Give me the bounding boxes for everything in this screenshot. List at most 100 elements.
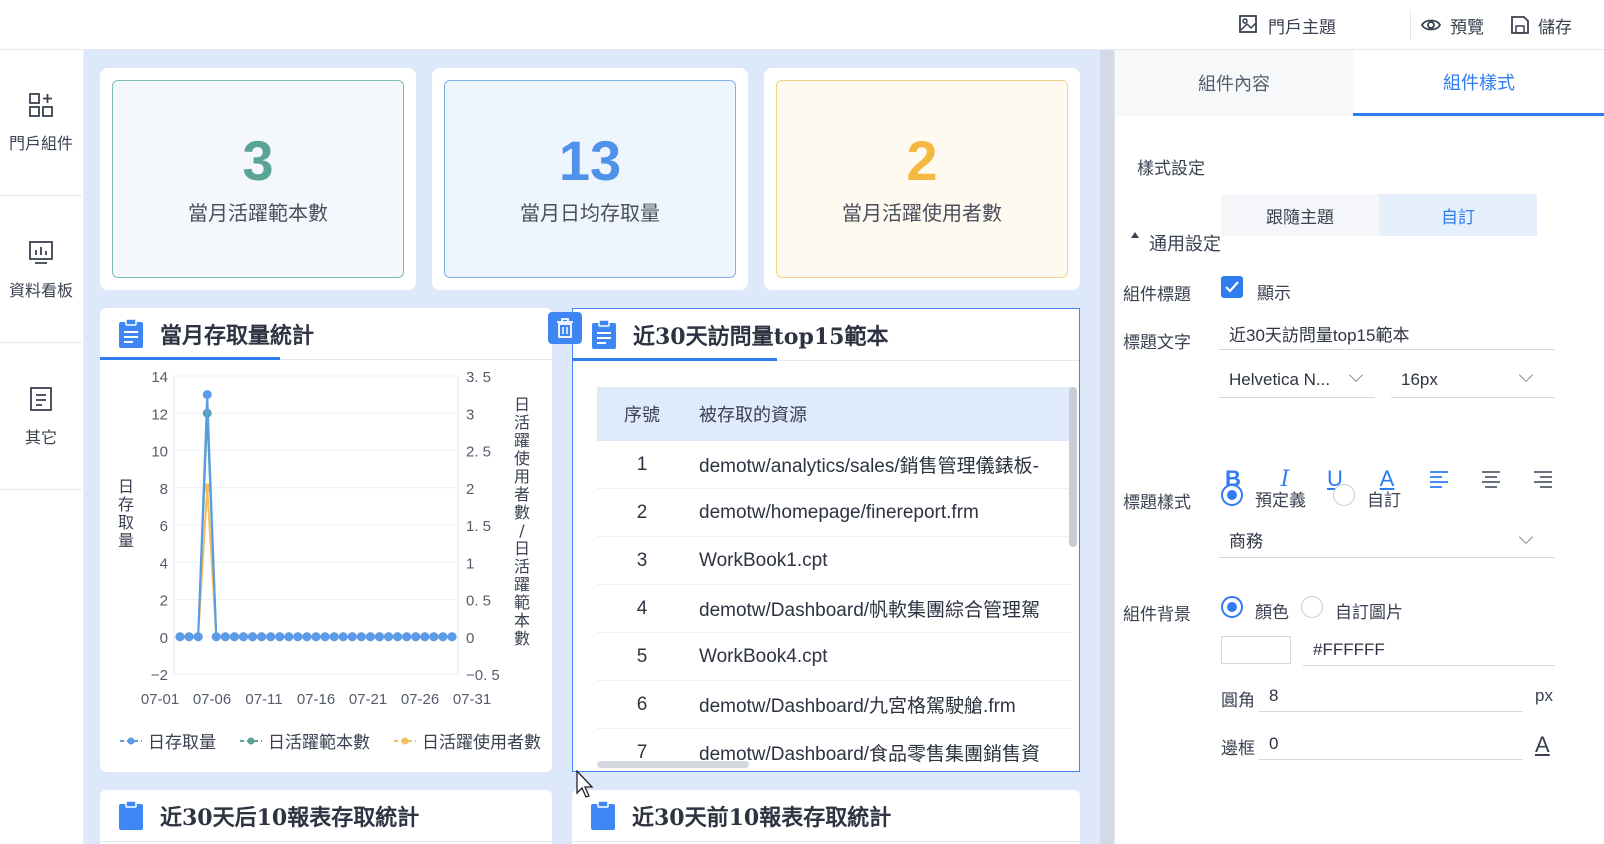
delete-widget-button[interactable] <box>548 312 582 344</box>
title-text-input[interactable]: 近30天訪問量top15範本 <box>1219 318 1555 350</box>
tab-widget-style[interactable]: 組件樣式 <box>1353 50 1604 116</box>
stat-label: 當月日均存取量 <box>520 202 660 225</box>
follow-theme-option[interactable]: 跟隨主題 <box>1221 194 1379 236</box>
y-right-tick-label: −0. 5 <box>466 667 500 684</box>
general-settings-header[interactable]: 通用設定 <box>1149 230 1221 256</box>
legend-item-active-users[interactable]: 日活躍使用者數 <box>394 728 541 753</box>
predefined-label: 預定義 <box>1255 491 1306 510</box>
legend-item-active-templates[interactable]: 日活躍範本數 <box>240 728 370 753</box>
widget-title: 近30天訪問量top15範本 <box>633 323 889 350</box>
row-resource: WorkBook1.cpt <box>699 549 828 571</box>
corner-radius-input[interactable]: 8 <box>1259 680 1523 712</box>
properties-panel: 組件內容 組件樣式 樣式設定 跟隨主題 自訂 通用設定 組件標題 顯示 標題文字… <box>1114 50 1604 844</box>
canvas-scrollbar[interactable] <box>1100 50 1114 844</box>
border-width-input[interactable]: 0 <box>1259 728 1523 760</box>
custom-title-radio[interactable] <box>1333 484 1355 506</box>
legend-label: 日活躍範本數 <box>268 733 370 752</box>
align-center-icon[interactable] <box>1477 464 1505 494</box>
row-resource: demotw/analytics/sales/銷售管理儀錶板- <box>699 456 1039 477</box>
data-point <box>275 632 285 642</box>
data-point <box>311 632 321 642</box>
data-point <box>420 632 430 642</box>
y-right-axis-title-char: 用 <box>514 467 530 486</box>
table-header: 序號 被存取的資源 <box>597 387 1071 441</box>
data-point <box>411 632 421 642</box>
table-row[interactable]: 2 demotw/homepage/finereport.frm <box>597 489 1071 537</box>
theme-icon <box>1239 15 1257 33</box>
data-point <box>293 632 303 642</box>
style-preset-select[interactable]: 商務 <box>1219 522 1555 558</box>
series-line <box>180 394 452 638</box>
style-preset-value: 商務 <box>1229 532 1263 551</box>
table-row[interactable]: 3 WorkBook1.cpt <box>597 537 1071 585</box>
row-index: 6 <box>636 693 648 715</box>
widget-background-label: 組件背景 <box>1123 605 1191 624</box>
custom-style-option[interactable]: 自訂 <box>1379 194 1537 236</box>
show-title-checkbox[interactable] <box>1221 276 1243 298</box>
font-family-select[interactable]: Helvetica N... <box>1219 362 1375 398</box>
predefined-radio[interactable] <box>1221 484 1243 506</box>
font-size-select[interactable]: 16px <box>1391 362 1555 398</box>
table-row[interactable]: 6 demotw/Dashboard/九宮格駕駛艙.frm <box>597 681 1071 729</box>
y-right-tick-label: 2. 5 <box>466 444 491 461</box>
border-color-icon[interactable]: A <box>1535 732 1550 758</box>
widget-top15-templates[interactable]: 近30天訪問量top15範本 序號 被存取的資源 1 demotw/analyti… <box>572 308 1080 772</box>
y-right-axis-title-char: 日 <box>514 395 530 414</box>
title-text-label: 標題文字 <box>1123 333 1191 352</box>
preview-button[interactable]: 預覽 <box>1420 0 1484 50</box>
x-tick-label: 07-11 <box>245 691 282 708</box>
data-point <box>257 632 267 642</box>
portal-theme-button[interactable]: 門戶主題 <box>1238 0 1336 50</box>
legend-item-access[interactable]: 日存取量 <box>120 728 216 753</box>
color-option-label: 顏色 <box>1255 603 1289 622</box>
row-resource: WorkBook4.cpt <box>699 645 828 667</box>
y-right-tick-label: 3. 5 <box>466 369 491 386</box>
widget-title: 當月存取量統計 <box>160 322 315 349</box>
widget-title: 近30天前10報表存取統計 <box>632 804 892 831</box>
save-button[interactable]: 儲存 <box>1510 0 1572 50</box>
stat-label: 當月活躍範本數 <box>188 202 328 225</box>
y-right-axis-title-char: 躍 <box>514 431 530 450</box>
data-point <box>266 632 276 642</box>
chart-legend: 日存取量 日活躍範本數 日活躍使用者數 <box>120 728 541 753</box>
row-index: 5 <box>636 645 648 667</box>
nav-label: 資料看板 <box>8 282 73 300</box>
custom-image-radio[interactable] <box>1301 596 1323 618</box>
collapse-triangle-icon[interactable] <box>1131 232 1139 238</box>
table-row[interactable]: 5 WorkBook4.cpt <box>597 633 1071 681</box>
data-point <box>384 632 394 642</box>
y-right-tick-label: 0 <box>466 630 474 647</box>
color-swatch[interactable] <box>1221 636 1291 664</box>
nav-item-portal-widgets[interactable]: 門戶組件 <box>0 50 82 196</box>
align-right-icon[interactable] <box>1529 464 1557 494</box>
stat-card-active-users[interactable]: 2 當月活躍使用者數 <box>764 68 1080 290</box>
table-vertical-scrollbar[interactable] <box>1069 387 1077 547</box>
data-point <box>374 632 384 642</box>
table-horizontal-scrollbar[interactable] <box>597 761 749 768</box>
y-right-axis-title-char: 範 <box>514 593 530 612</box>
tab-widget-content[interactable]: 組件內容 <box>1115 50 1353 116</box>
data-point <box>438 632 448 642</box>
color-radio[interactable] <box>1221 596 1243 618</box>
data-point <box>356 632 366 642</box>
stat-card-daily-access[interactable]: 13 當月日均存取量 <box>432 68 748 290</box>
y-right-tick-label: 3 <box>466 406 474 423</box>
color-hex-input[interactable]: #FFFFFF <box>1303 634 1555 666</box>
widget-top10-reports[interactable]: 近30天前10報表存取統計 <box>572 790 1080 844</box>
widget-monthly-access[interactable]: 當月存取量統計 14 3. 5 12 3 10 2. 5 8 2 6 1. 5 4 1 2 0. 5 0 0−… <box>100 308 552 772</box>
stat-card-active-templates[interactable]: 3 當月活躍範本數 <box>100 68 416 290</box>
y-right-axis-title-char: 者 <box>514 485 530 504</box>
table-row[interactable]: 4 demotw/Dashboard/帆軟集團綜合管理駕 <box>597 585 1071 633</box>
row-index: 3 <box>636 549 648 571</box>
y-left-tick-label: 2 <box>160 593 168 610</box>
x-tick-label: 07-06 <box>193 691 231 708</box>
nav-item-other[interactable]: 其它 <box>0 344 82 490</box>
align-left-icon[interactable] <box>1425 464 1453 494</box>
table-row[interactable]: 1 demotw/analytics/sales/銷售管理儀錶板- <box>597 441 1071 489</box>
widget-bottom10-reports[interactable]: 近30天后10報表存取統計 <box>100 790 552 844</box>
data-point <box>193 632 203 642</box>
nav-item-data-dashboard[interactable]: 資料看板 <box>0 197 82 343</box>
y-left-tick-label: 6 <box>160 518 168 535</box>
stat-card-inner: 3 當月活躍範本數 <box>112 80 404 278</box>
y-right-axis-title-char: 數 <box>514 503 530 522</box>
